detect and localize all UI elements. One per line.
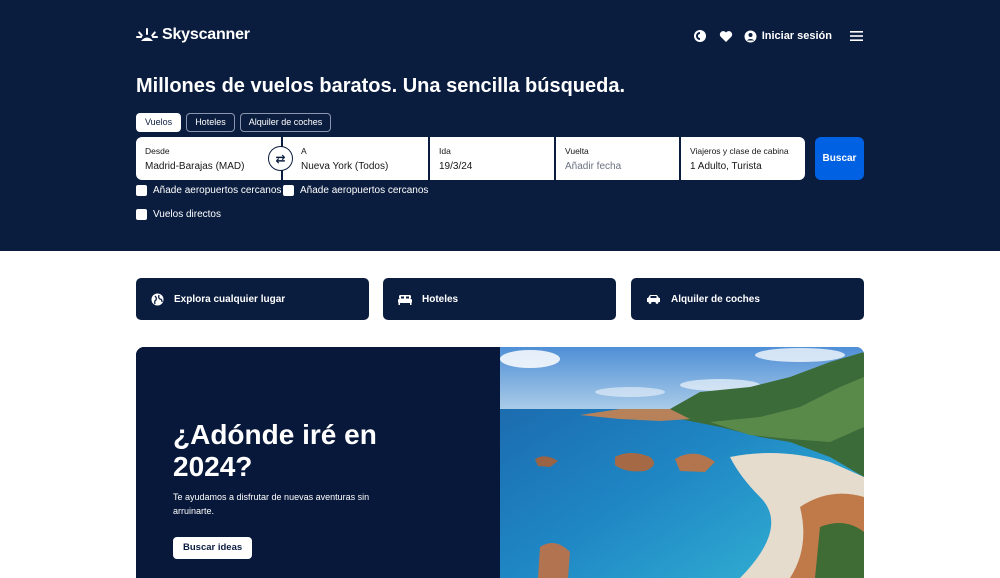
return-placeholder: Añadir fecha [565, 161, 622, 172]
quick-link-hotels[interactable]: Hoteles [383, 278, 616, 320]
swap-icon: ⇄ [275, 151, 286, 166]
hero-section: Skyscanner Iniciar sesión Millones de vu… [0, 0, 1000, 251]
from-label: Desde [145, 146, 170, 156]
flight-search-form: Desde Madrid-Barajas (MAD) ⇄ A Nueva Yor… [136, 137, 805, 180]
coastline-photo [500, 347, 864, 578]
quick-link-car-hire[interactable]: Alquiler de coches [631, 278, 864, 320]
quick-link-explore[interactable]: Explora cualquier lugar [136, 278, 369, 320]
page-title: Millones de vuelos baratos. Una sencilla… [136, 75, 626, 97]
heart-icon[interactable] [718, 28, 734, 44]
search-tabs: Vuelos Hoteles Alquiler de coches [136, 113, 332, 132]
bed-icon [398, 294, 412, 305]
tab-flights[interactable]: Vuelos [136, 113, 182, 132]
login-label: Iniciar sesión [761, 30, 832, 42]
tab-hotels[interactable]: Hoteles [186, 113, 235, 132]
travellers-field[interactable]: Viajeros y clase de cabina 1 Adulto, Tur… [681, 137, 805, 180]
checkbox-box[interactable] [283, 185, 294, 196]
globe-icon [151, 293, 164, 305]
direct-flights-checkbox[interactable]: Vuelos directos [136, 209, 221, 220]
to-label: A [301, 146, 307, 156]
depart-value: 19/3/24 [439, 161, 473, 172]
nearby-to-label: Añade aeropuertos cercanos [300, 185, 429, 196]
to-value: Nueva York (Todos) [301, 161, 389, 172]
car-icon [647, 295, 660, 304]
menu-icon[interactable] [848, 28, 864, 44]
logo[interactable]: Skyscanner [136, 26, 250, 44]
from-field[interactable]: Desde Madrid-Barajas (MAD) [136, 137, 281, 180]
quick-link-label: Alquiler de coches [671, 293, 760, 305]
login-button[interactable]: Iniciar sesión [744, 30, 832, 43]
logo-text: Skyscanner [162, 26, 250, 43]
user-icon [744, 30, 757, 42]
return-label: Vuelta [565, 146, 589, 156]
quick-link-label: Explora cualquier lugar [174, 293, 286, 305]
tab-car-hire[interactable]: Alquiler de coches [239, 113, 332, 132]
promo-banner: ¿Adónde iré en 2024? Te ayudamos a disfr… [136, 347, 864, 578]
promo-subtitle: Te ayudamos a disfrutar de nuevas aventu… [173, 492, 370, 516]
search-button[interactable]: Buscar [815, 137, 864, 180]
checkbox-box[interactable] [136, 185, 147, 196]
search-ideas-button[interactable]: Buscar ideas [173, 537, 253, 559]
header-nav: Iniciar sesión [692, 26, 864, 46]
top-bar: Skyscanner Iniciar sesión [136, 26, 864, 46]
return-date-field[interactable]: Vuelta Añadir fecha [556, 137, 679, 180]
depart-date-field[interactable]: Ida 19/3/24 [430, 137, 554, 180]
promo-content: ¿Adónde iré en 2024? Te ayudamos a disfr… [136, 347, 500, 578]
travellers-label: Viajeros y clase de cabina [690, 146, 789, 156]
nearby-from-checkbox[interactable]: Añade aeropuertos cercanos [136, 185, 281, 196]
swap-airports-button[interactable]: ⇄ [268, 146, 293, 171]
quick-link-label: Hoteles [422, 293, 459, 305]
checkbox-box[interactable] [136, 209, 147, 220]
travellers-value: 1 Adulto, Turista [690, 161, 762, 172]
from-value: Madrid-Barajas (MAD) [145, 161, 245, 172]
to-field[interactable]: A Nueva York (Todos) [292, 137, 427, 180]
nearby-to-checkbox[interactable]: Añade aeropuertos cercanos [283, 185, 428, 196]
promo-title: ¿Adónde iré en 2024? [173, 419, 377, 482]
sunrise-logo-icon [136, 28, 158, 41]
globe-icon[interactable] [692, 28, 708, 44]
nearby-from-label: Añade aeropuertos cercanos [153, 185, 282, 196]
direct-flights-label: Vuelos directos [153, 209, 221, 220]
depart-label: Ida [439, 146, 451, 156]
